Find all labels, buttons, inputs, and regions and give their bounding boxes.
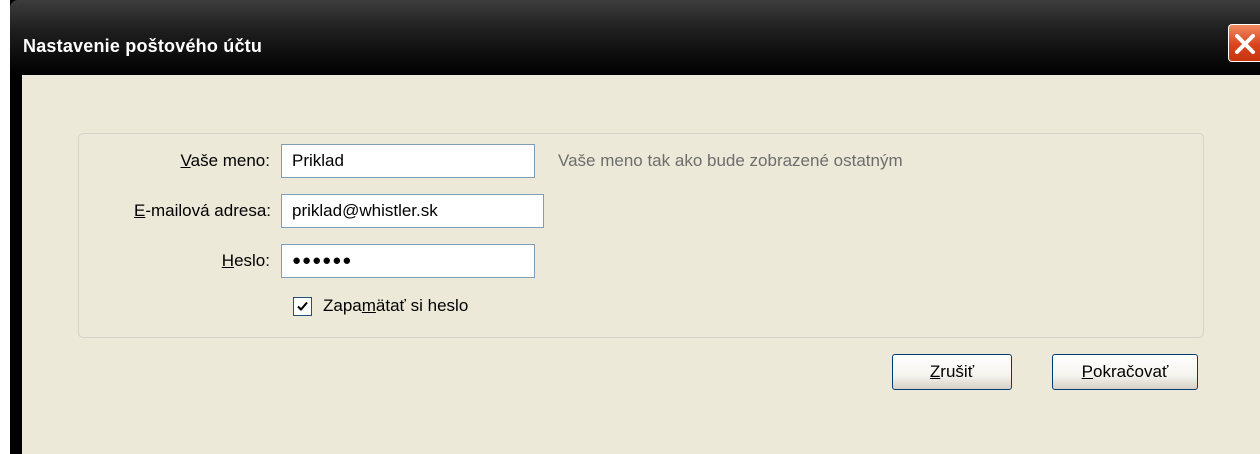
password-label: Heslo: xyxy=(221,251,270,270)
remember-password-checkbox[interactable] xyxy=(293,297,312,316)
name-input[interactable]: Priklad xyxy=(281,144,535,178)
email-input[interactable]: priklad@whistler.sk xyxy=(281,194,544,228)
checkmark-icon xyxy=(297,301,308,311)
close-icon xyxy=(1235,34,1255,54)
window-title: Nastavenie poštového účtu xyxy=(23,36,263,56)
password-input[interactable]: ●●●●●● xyxy=(281,244,535,278)
name-hint: Vaše meno tak ako bude zobrazené ostatný… xyxy=(558,151,903,170)
name-label: Vaše meno: xyxy=(180,151,270,170)
cancel-button[interactable]: Zrušiť xyxy=(892,354,1012,390)
email-label: E-mailová adresa: xyxy=(133,201,271,220)
title-bar[interactable]: Nastavenie poštového účtu xyxy=(10,0,1260,75)
close-button[interactable] xyxy=(1228,24,1260,62)
dialog-body: Vaše meno: Priklad Vaše meno tak ako bud… xyxy=(22,75,1260,454)
remember-password-label[interactable]: Zapamätať si heslo xyxy=(323,296,468,316)
dialog-window: Nastavenie poštového účtu Vaše meno: Pri… xyxy=(10,0,1260,454)
continue-button[interactable]: Pokračovať xyxy=(1052,354,1198,390)
